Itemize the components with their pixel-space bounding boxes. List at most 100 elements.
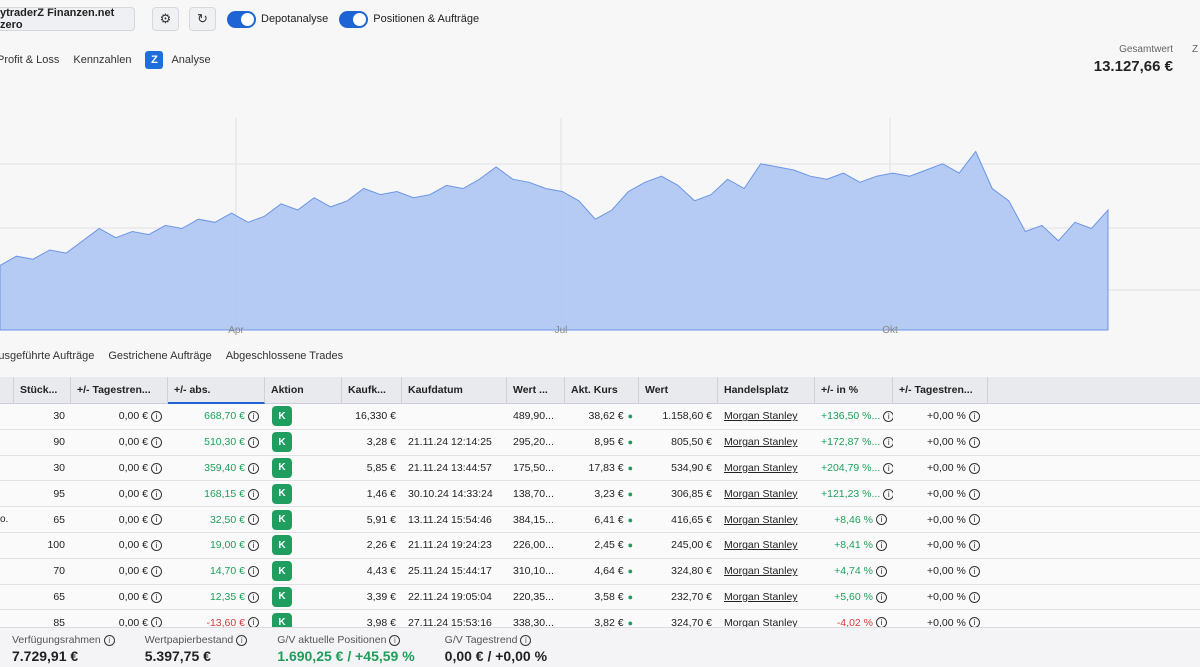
handelsplatz-link[interactable]: Morgan Stanley bbox=[724, 410, 798, 422]
info-icon[interactable]: i bbox=[876, 514, 887, 526]
info-icon[interactable]: i bbox=[151, 462, 162, 474]
info-icon[interactable]: i bbox=[151, 591, 162, 603]
handelsplatz-link[interactable]: Morgan Stanley bbox=[724, 565, 798, 577]
cell-tagestrend: 0,00 € i bbox=[71, 514, 168, 526]
info-icon[interactable]: i bbox=[883, 411, 893, 423]
chart-area-series bbox=[0, 150, 1109, 331]
cell-wert: 416,65 € bbox=[671, 513, 712, 526]
cell-abs: 168,15 € i bbox=[168, 488, 265, 500]
refresh-button[interactable]: ↻ bbox=[189, 7, 216, 31]
info-icon[interactable]: i bbox=[151, 565, 162, 577]
info-icon[interactable]: i bbox=[968, 488, 980, 500]
table-row[interactable]: 95 0,00 € i 168,15 € i K 1,46 €30.10.24 14:33:… bbox=[0, 481, 1200, 508]
handelsplatz-link[interactable]: Morgan Stanley bbox=[724, 462, 798, 474]
account-selector-button[interactable]: ytraderZ Finanzen.net zero bbox=[0, 7, 135, 31]
tab-profit-loss[interactable]: Profit & Loss bbox=[0, 54, 59, 66]
table-row[interactable]: 70 0,00 € i 14,70 € i K 4,43 €25.11.24 15:44:1… bbox=[0, 558, 1200, 585]
info-icon[interactable]: i bbox=[968, 462, 980, 474]
toggle-positionen[interactable]: Positionen & Aufträge bbox=[339, 10, 479, 28]
info-icon[interactable]: i bbox=[151, 514, 162, 526]
info-icon[interactable]: i bbox=[236, 634, 248, 646]
depotanalyse-switch[interactable] bbox=[227, 10, 256, 28]
info-icon[interactable]: i bbox=[876, 591, 887, 603]
cell-aktion: K bbox=[265, 561, 342, 582]
kaufen-button[interactable]: K bbox=[272, 432, 292, 453]
info-icon[interactable]: i bbox=[968, 411, 980, 423]
handelsplatz-link[interactable]: Morgan Stanley bbox=[724, 591, 798, 603]
table-body: 30 0,00 € i 668,70 € i K 16,330 €489,90... 38,6… bbox=[0, 404, 1200, 637]
column-header-akt-kurs[interactable]: Akt. Kurs bbox=[565, 376, 639, 404]
portfolio-area-chart[interactable]: Apr Jul Okt bbox=[0, 118, 1200, 338]
info-icon[interactable]: i bbox=[248, 514, 259, 526]
column-header-abs[interactable]: +/- abs. bbox=[168, 376, 265, 404]
kaufen-button[interactable]: K bbox=[272, 406, 292, 427]
table-row[interactable]: 90 0,00 € i 510,30 € i K 3,28 €21.11.24 12:14:… bbox=[0, 429, 1200, 456]
column-header-stueck[interactable]: Stück... bbox=[14, 376, 71, 404]
toggle-depotanalyse[interactable]: Depotanalyse bbox=[227, 10, 328, 28]
kaufen-button[interactable]: K bbox=[272, 457, 292, 478]
info-icon[interactable]: i bbox=[103, 634, 115, 646]
column-header-tagestrend-pct[interactable]: +/- Tagestren... bbox=[893, 376, 988, 404]
table-row[interactable]: 65 0,00 € i 12,35 € i K 3,39 €22.11.24 19:05:0… bbox=[0, 584, 1200, 611]
cell-aktion: K bbox=[265, 586, 342, 607]
handelsplatz-link[interactable]: Morgan Stanley bbox=[724, 488, 798, 500]
info-icon[interactable]: i bbox=[248, 462, 259, 474]
info-icon[interactable]: i bbox=[248, 411, 259, 423]
table-row[interactable]: o. 65 0,00 € i 32,50 € i K 5,91 €13.11.24 15:54… bbox=[0, 507, 1200, 533]
info-icon[interactable]: i bbox=[968, 540, 980, 552]
tab-abgeschlossene-trades[interactable]: Abgeschlossene Trades bbox=[226, 350, 343, 362]
info-icon[interactable]: i bbox=[968, 514, 980, 526]
table-row[interactable]: 30 0,00 € i 359,40 € i K 5,85 €21.11.24 13:44:… bbox=[0, 455, 1200, 482]
info-icon[interactable]: i bbox=[883, 488, 893, 500]
column-header-pct[interactable]: +/- in % bbox=[815, 376, 893, 404]
table-row[interactable]: 100 0,00 € i 19,00 € i K 2,26 €21.11.24 19:24:… bbox=[0, 532, 1200, 559]
info-icon[interactable]: i bbox=[876, 540, 887, 552]
gv-aktuelle-positionen: G/V aktuelle Positionen i 1.690,25 € / +4… bbox=[277, 628, 414, 667]
cell-kaufdatum: 21.11.24 19:24:23 bbox=[408, 539, 492, 552]
info-icon[interactable]: i bbox=[389, 634, 401, 646]
tab-kennzahlen[interactable]: Kennzahlen bbox=[73, 54, 131, 66]
info-icon[interactable]: i bbox=[883, 436, 893, 448]
column-header-handelsplatz[interactable]: Handelsplatz bbox=[718, 376, 815, 404]
column-header-kaufdatum[interactable]: Kaufdatum bbox=[402, 376, 507, 404]
info-icon[interactable]: i bbox=[968, 436, 980, 448]
column-header-wert[interactable]: Wert bbox=[639, 376, 718, 404]
info-icon[interactable]: i bbox=[151, 411, 162, 423]
cell-pct: +136,50 %... i bbox=[815, 410, 893, 422]
info-icon[interactable]: i bbox=[248, 540, 259, 552]
tab-gestrichene-auftraege[interactable]: Gestrichene Aufträge bbox=[108, 350, 211, 362]
info-icon[interactable]: i bbox=[248, 591, 259, 603]
cell-pct: +204,79 %... i bbox=[815, 462, 893, 474]
kaufen-button[interactable]: K bbox=[272, 561, 292, 582]
column-header-tagestrend[interactable]: +/- Tagestren... bbox=[71, 376, 168, 404]
settings-button[interactable]: ⚙ bbox=[152, 7, 179, 31]
kaufen-button[interactable]: K bbox=[272, 483, 292, 504]
info-icon[interactable]: i bbox=[151, 436, 162, 448]
tab-ausgefuehrte-auftraege[interactable]: Ausgeführte Aufträge bbox=[0, 350, 94, 362]
column-header-aktion[interactable]: Aktion bbox=[265, 376, 342, 404]
info-icon[interactable]: i bbox=[876, 565, 887, 577]
info-icon[interactable]: i bbox=[248, 565, 259, 577]
tab-analyse[interactable]: Z Analyse bbox=[145, 51, 224, 69]
cell-kaufkurs: 3,39 € bbox=[366, 590, 396, 603]
handelsplatz-link[interactable]: Morgan Stanley bbox=[724, 514, 798, 526]
info-icon[interactable]: i bbox=[520, 634, 532, 646]
kaufen-button[interactable]: K bbox=[272, 509, 292, 530]
info-icon[interactable]: i bbox=[151, 488, 162, 500]
kaufen-button[interactable]: K bbox=[272, 535, 292, 556]
info-icon[interactable]: i bbox=[151, 540, 162, 552]
info-icon[interactable]: i bbox=[248, 488, 259, 500]
handelsplatz-link[interactable]: Morgan Stanley bbox=[724, 539, 798, 551]
handelsplatz-link[interactable]: Morgan Stanley bbox=[724, 436, 798, 448]
column-header-kaufkurs[interactable]: Kaufk... bbox=[342, 376, 402, 404]
info-icon[interactable]: i bbox=[968, 591, 980, 603]
table-row[interactable]: 30 0,00 € i 668,70 € i K 16,330 €489,90... 38,6… bbox=[0, 404, 1200, 430]
kaufen-button[interactable]: K bbox=[272, 586, 292, 607]
info-icon[interactable]: i bbox=[248, 436, 259, 448]
cell-akt-kurs: 8,95 € ● bbox=[565, 436, 639, 448]
column-header-wert-kauf[interactable]: Wert ... bbox=[507, 376, 565, 404]
cell-akt-kurs-value: 8,95 € bbox=[594, 436, 624, 449]
positionen-switch[interactable] bbox=[339, 10, 369, 28]
info-icon[interactable]: i bbox=[968, 565, 980, 577]
info-icon[interactable]: i bbox=[883, 462, 893, 474]
